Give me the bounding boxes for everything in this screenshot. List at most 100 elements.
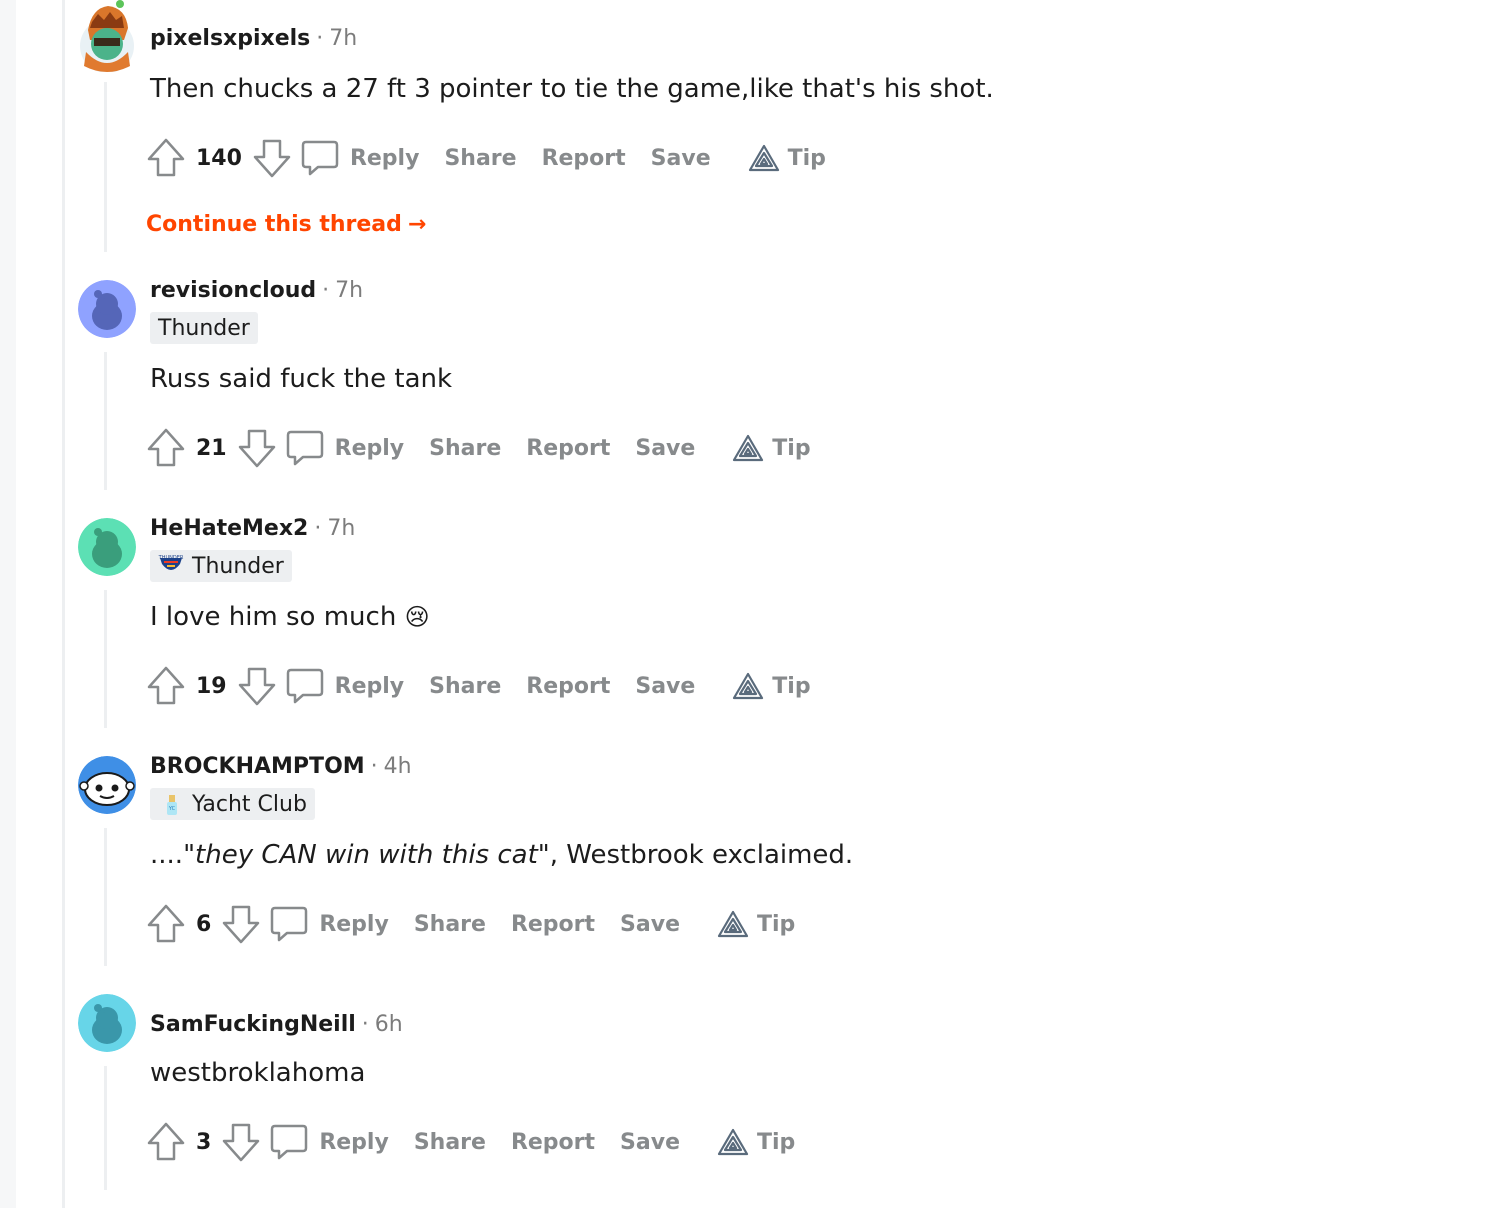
parent-thread-line[interactable] bbox=[62, 0, 65, 1208]
tip-button[interactable]: Tip bbox=[732, 672, 811, 700]
user-flair: YC Yacht Club bbox=[150, 788, 315, 820]
upvote-icon[interactable] bbox=[146, 665, 186, 707]
timestamp[interactable]: 6h bbox=[375, 1012, 403, 1037]
downvote-icon[interactable] bbox=[221, 903, 261, 945]
avatar[interactable] bbox=[78, 994, 136, 1052]
thread-line[interactable] bbox=[104, 1066, 107, 1190]
separator-dot: · bbox=[316, 25, 324, 51]
comment-body: westbroklahoma bbox=[150, 1058, 366, 1088]
tip-icon bbox=[748, 144, 779, 172]
avatar[interactable] bbox=[78, 0, 136, 73]
timestamp[interactable]: 7h bbox=[327, 516, 355, 541]
flair-label: Thunder bbox=[158, 315, 250, 341]
tip-icon bbox=[717, 1128, 749, 1156]
comment-bubble-icon[interactable] bbox=[269, 1122, 309, 1162]
comment-body: Russ said fuck the tank bbox=[150, 364, 453, 394]
comment-bubble-icon[interactable] bbox=[285, 428, 325, 468]
user-flair: THUNDER Thunder bbox=[150, 550, 292, 582]
comment-actions: 21 Reply Share Report Save Tip bbox=[146, 426, 811, 470]
thread-line[interactable] bbox=[104, 590, 107, 728]
tip-label[interactable]: Tip bbox=[788, 146, 826, 171]
downvote-icon[interactable] bbox=[252, 137, 292, 179]
comment: SamFuckingNeill · 6h westbroklahoma 3 Re… bbox=[78, 994, 1478, 1204]
vote-score: 19 bbox=[196, 673, 227, 699]
comment-actions: 19 Reply Share Report Save Tip bbox=[146, 664, 811, 708]
save-button[interactable]: Save bbox=[635, 674, 695, 699]
reply-button[interactable]: Reply bbox=[335, 436, 405, 461]
timestamp[interactable]: 7h bbox=[335, 278, 363, 303]
share-button[interactable]: Share bbox=[429, 436, 501, 461]
report-button[interactable]: Report bbox=[511, 912, 595, 937]
report-button[interactable]: Report bbox=[511, 1130, 595, 1155]
separator-dot: · bbox=[314, 515, 322, 541]
username[interactable]: pixelsxpixels bbox=[150, 26, 310, 51]
reply-button[interactable]: Reply bbox=[335, 674, 405, 699]
continue-thread-label[interactable]: Continue this thread bbox=[146, 212, 402, 237]
tip-button[interactable]: Tip bbox=[732, 434, 811, 462]
downvote-icon[interactable] bbox=[221, 1121, 261, 1163]
share-button[interactable]: Share bbox=[444, 146, 516, 171]
upvote-icon[interactable] bbox=[146, 137, 186, 179]
flair-label: Thunder bbox=[192, 553, 284, 579]
avatar[interactable] bbox=[78, 518, 136, 576]
save-button[interactable]: Save bbox=[620, 1130, 680, 1155]
reply-button[interactable]: Reply bbox=[350, 146, 420, 171]
username[interactable]: revisioncloud bbox=[150, 278, 316, 303]
thread-line[interactable] bbox=[104, 352, 107, 490]
crying-face-emoji: 😢 bbox=[404, 603, 430, 631]
tip-button[interactable]: Tip bbox=[717, 910, 795, 938]
avatar[interactable] bbox=[78, 756, 136, 814]
tip-label[interactable]: Tip bbox=[772, 436, 810, 461]
tip-label[interactable]: Tip bbox=[772, 674, 810, 699]
comment-body: ...."they CAN win with this cat", Westbr… bbox=[150, 840, 853, 870]
reply-button[interactable]: Reply bbox=[319, 1130, 389, 1155]
comment-text-italic: "they CAN win with this cat" bbox=[183, 840, 550, 870]
tip-button[interactable]: Tip bbox=[717, 1128, 795, 1156]
tip-label[interactable]: Tip bbox=[757, 912, 795, 937]
upvote-icon[interactable] bbox=[146, 1121, 186, 1163]
username[interactable]: HeHateMex2 bbox=[150, 516, 308, 541]
comment-text-prefix: .... bbox=[150, 840, 184, 870]
share-button[interactable]: Share bbox=[414, 912, 486, 937]
vote-score: 140 bbox=[196, 145, 242, 171]
thread-line[interactable] bbox=[104, 82, 107, 252]
report-button[interactable]: Report bbox=[526, 436, 610, 461]
comment-body: Then chucks a 27 ft 3 pointer to tie the… bbox=[150, 74, 994, 104]
comment: revisioncloud · 7h Thunder Russ said fuc… bbox=[78, 270, 1478, 494]
save-button[interactable]: Save bbox=[620, 912, 680, 937]
timestamp[interactable]: 4h bbox=[384, 754, 412, 779]
username[interactable]: SamFuckingNeill bbox=[150, 1012, 356, 1037]
vote-score: 21 bbox=[196, 435, 227, 461]
thread-line[interactable] bbox=[104, 828, 107, 966]
save-button[interactable]: Save bbox=[635, 436, 695, 461]
arrow-right-icon: → bbox=[407, 212, 427, 237]
downvote-icon[interactable] bbox=[237, 665, 277, 707]
comment-bubble-icon[interactable] bbox=[300, 138, 340, 178]
comment: HeHateMex2 · 7h THUNDER Thunder I love h… bbox=[78, 508, 1478, 732]
username[interactable]: BROCKHAMPTOM bbox=[150, 754, 365, 779]
separator-dot: · bbox=[370, 753, 378, 779]
share-button[interactable]: Share bbox=[429, 674, 501, 699]
tip-label[interactable]: Tip bbox=[757, 1130, 795, 1155]
vote-score: 3 bbox=[196, 1129, 212, 1155]
avatar[interactable] bbox=[78, 280, 136, 338]
report-button[interactable]: Report bbox=[542, 146, 626, 171]
upvote-icon[interactable] bbox=[146, 427, 186, 469]
tip-icon bbox=[717, 910, 749, 938]
comment: pixelsxpixels · 7h Then chucks a 27 ft 3… bbox=[78, 0, 1478, 258]
comment-bubble-icon[interactable] bbox=[285, 666, 325, 706]
report-button[interactable]: Report bbox=[526, 674, 610, 699]
upvote-icon[interactable] bbox=[146, 903, 186, 945]
timestamp[interactable]: 7h bbox=[329, 26, 357, 51]
comment-actions: 3 Reply Share Report Save Tip bbox=[146, 1120, 795, 1164]
tip-button[interactable]: Tip bbox=[748, 144, 826, 172]
comment-actions: 140 Reply Share Report Save Tip bbox=[146, 136, 826, 180]
downvote-icon[interactable] bbox=[237, 427, 277, 469]
save-button[interactable]: Save bbox=[651, 146, 711, 171]
comment-bubble-icon[interactable] bbox=[269, 904, 309, 944]
reply-button[interactable]: Reply bbox=[319, 912, 389, 937]
continue-thread-link[interactable]: Continue this thread → bbox=[146, 212, 426, 237]
user-flair: Thunder bbox=[150, 312, 258, 344]
separator-dot: · bbox=[322, 277, 330, 303]
share-button[interactable]: Share bbox=[414, 1130, 486, 1155]
